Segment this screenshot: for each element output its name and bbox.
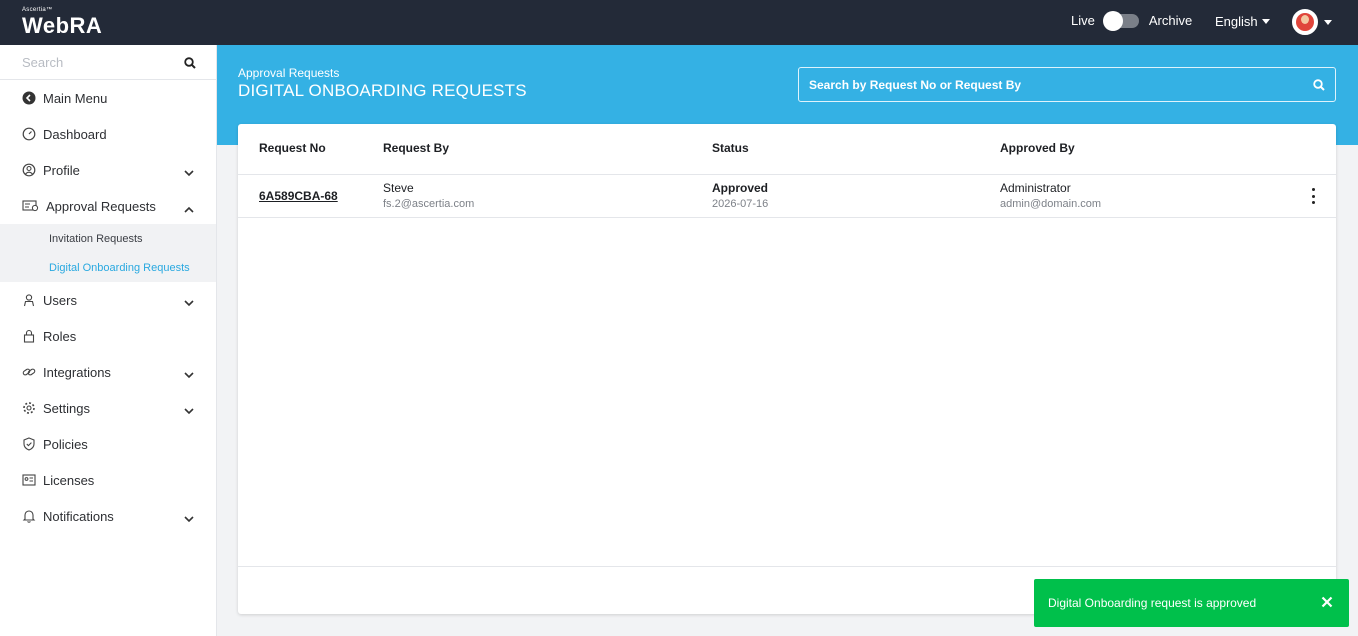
request-search-input[interactable]	[799, 68, 1299, 101]
sidebar-item-approval-requests[interactable]: Approval Requests	[0, 188, 216, 224]
logo-text: WebRA	[22, 13, 103, 38]
approval-icon	[22, 199, 39, 213]
sidebar-item-notifications[interactable]: Notifications	[0, 498, 216, 534]
table-footer-divider	[238, 566, 1336, 567]
sidebar-subitem-invitation-requests[interactable]: Invitation Requests	[0, 224, 216, 253]
live-archive-switch: Live Archive	[1071, 10, 1193, 31]
live-label: Live	[1071, 13, 1095, 28]
chevron-down-icon	[184, 165, 194, 180]
success-toast: Digital Onboarding request is approved	[1034, 579, 1349, 627]
sidebar-item-policies[interactable]: Policies	[0, 426, 216, 462]
sidebar-item-settings[interactable]: Settings	[0, 390, 216, 426]
top-bar: Ascertia™ WebRA Live Archive English	[0, 0, 1358, 45]
language-label: English	[1215, 14, 1258, 29]
toggle-knob	[1102, 10, 1123, 31]
chevron-up-icon	[184, 201, 194, 216]
approved-by-email: admin@domain.com	[1000, 198, 1102, 210]
shield-icon	[22, 437, 36, 451]
column-header-request-by: Request By	[383, 141, 450, 155]
requests-table: Request No Request By Status Approved By…	[238, 124, 1336, 614]
link-icon	[22, 365, 36, 379]
approval-submenu: Invitation Requests Digital Onboarding R…	[0, 224, 216, 282]
sidebar-search-input[interactable]	[0, 45, 170, 79]
breadcrumb[interactable]: Approval Requests	[238, 66, 339, 80]
sidebar-item-roles[interactable]: Roles	[0, 318, 216, 354]
sidebar-item-dashboard[interactable]: Dashboard	[0, 116, 216, 152]
sidebar-item-label: Integrations	[43, 364, 111, 380]
logo[interactable]: Ascertia™ WebRA	[22, 7, 102, 38]
close-icon[interactable]	[1321, 596, 1333, 611]
toast-message: Digital Onboarding request is approved	[1048, 596, 1257, 610]
request-by-name: Steve	[383, 181, 414, 195]
back-circle-icon	[22, 91, 36, 105]
table-row: 6A589CBA-68 Steve fs.2@ascertia.com Appr…	[238, 175, 1336, 218]
status-date: 2026-07-16	[712, 198, 769, 210]
approved-by-name: Administrator	[1000, 181, 1071, 195]
sidebar-item-label: Notifications	[43, 508, 114, 524]
bell-icon	[22, 509, 36, 523]
sidebar-search	[0, 45, 216, 80]
request-search	[798, 67, 1336, 102]
chevron-down-icon	[184, 403, 194, 418]
sidebar-item-label: Settings	[43, 400, 90, 416]
status-badge: Approved	[712, 181, 769, 195]
sidebar-item-label: Users	[43, 292, 77, 308]
table-header: Request No Request By Status Approved By	[238, 124, 1336, 175]
sidebar: Main Menu Dashboard Profile Approval Req…	[0, 45, 217, 636]
caret-down-icon	[1324, 19, 1332, 25]
column-header-request-no: Request No	[259, 141, 326, 155]
users-icon	[22, 293, 36, 307]
archive-label: Archive	[1148, 13, 1193, 28]
sidebar-item-label: Dashboard	[43, 126, 107, 142]
caret-down-icon	[1261, 19, 1270, 24]
request-by-email: fs.2@ascertia.com	[383, 198, 475, 210]
user-menu[interactable]	[1292, 9, 1332, 35]
more-actions-icon[interactable]	[1309, 188, 1317, 204]
sidebar-item-main-menu[interactable]: Main Menu	[0, 80, 216, 116]
user-circle-icon	[22, 163, 36, 177]
chevron-down-icon	[184, 367, 194, 382]
license-icon	[22, 473, 36, 487]
avatar	[1292, 9, 1318, 35]
sidebar-item-label: Roles	[43, 328, 77, 344]
chevron-down-icon	[184, 295, 194, 310]
search-icon[interactable]	[1313, 78, 1325, 96]
live-archive-toggle[interactable]	[1102, 10, 1139, 31]
sidebar-item-integrations[interactable]: Integrations	[0, 354, 216, 390]
gear-icon	[22, 401, 36, 415]
sidebar-item-label: Licenses	[43, 472, 95, 488]
sidebar-item-label: Main Menu	[43, 90, 108, 106]
sidebar-item-profile[interactable]: Profile	[0, 152, 216, 188]
column-header-approved-by: Approved By	[1000, 141, 1075, 155]
sidebar-item-label: Approval Requests	[46, 198, 156, 214]
search-icon[interactable]	[184, 56, 196, 74]
column-header-status: Status	[712, 141, 749, 155]
lock-icon	[22, 329, 36, 343]
sidebar-item-users[interactable]: Users	[0, 282, 216, 318]
sidebar-item-licenses[interactable]: Licenses	[0, 462, 216, 498]
page-title: DIGITAL ONBOARDING REQUESTS	[238, 81, 527, 100]
sidebar-subitem-digital-onboarding-requests[interactable]: Digital Onboarding Requests	[0, 253, 216, 282]
dashboard-icon	[22, 127, 36, 141]
sidebar-item-label: Profile	[43, 162, 80, 178]
request-no-link[interactable]: 6A589CBA-68	[259, 189, 338, 203]
sidebar-item-label: Policies	[43, 436, 88, 452]
language-select[interactable]: English	[1215, 14, 1270, 29]
chevron-down-icon	[184, 511, 194, 526]
